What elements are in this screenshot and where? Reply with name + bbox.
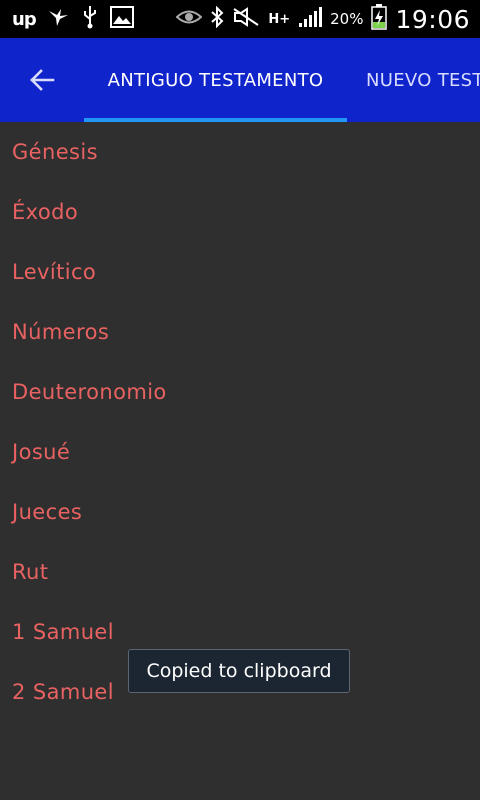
arrow-left-icon — [30, 69, 55, 91]
list-item[interactable]: Deuteronomio — [0, 362, 480, 422]
app-bar: ANTIGUO TESTAMENTO NUEVO TESTAMENTO — [0, 38, 480, 122]
list-item[interactable]: Génesis — [0, 122, 480, 182]
list-item[interactable]: Números — [0, 302, 480, 362]
mute-icon — [232, 7, 260, 31]
list-item[interactable]: Éxodo — [0, 182, 480, 242]
signal-icon — [298, 6, 323, 32]
clock: 19:06 — [395, 4, 470, 34]
tab-antiguo-testamento[interactable]: ANTIGUO TESTAMENTO — [84, 38, 347, 122]
list-item[interactable]: Levítico — [0, 242, 480, 302]
back-button[interactable] — [18, 62, 66, 98]
battery-charging-icon — [371, 4, 388, 34]
system-icons: H+ 20% 19:06 — [175, 4, 470, 34]
toast-message: Copied to clipboard — [128, 649, 350, 693]
battery-percent: 20% — [330, 10, 364, 28]
up-app-icon: up — [12, 8, 37, 30]
tab-nuevo-testamento[interactable]: NUEVO TESTAMENTO — [366, 38, 480, 122]
network-type: H+ — [268, 11, 291, 27]
notification-icons: up — [12, 5, 134, 33]
bluetooth-icon — [210, 5, 224, 32]
usb-icon — [82, 5, 98, 33]
list-item[interactable]: Jueces — [0, 482, 480, 542]
book-list: Génesis Éxodo Levítico Números Deuterono… — [0, 122, 480, 722]
image-icon — [109, 6, 134, 32]
list-item[interactable]: Josué — [0, 422, 480, 482]
status-bar: up H+ 20% 19:06 — [0, 0, 480, 38]
list-item[interactable]: Rut — [0, 542, 480, 602]
bird-icon — [48, 7, 70, 31]
eye-icon — [175, 8, 203, 30]
